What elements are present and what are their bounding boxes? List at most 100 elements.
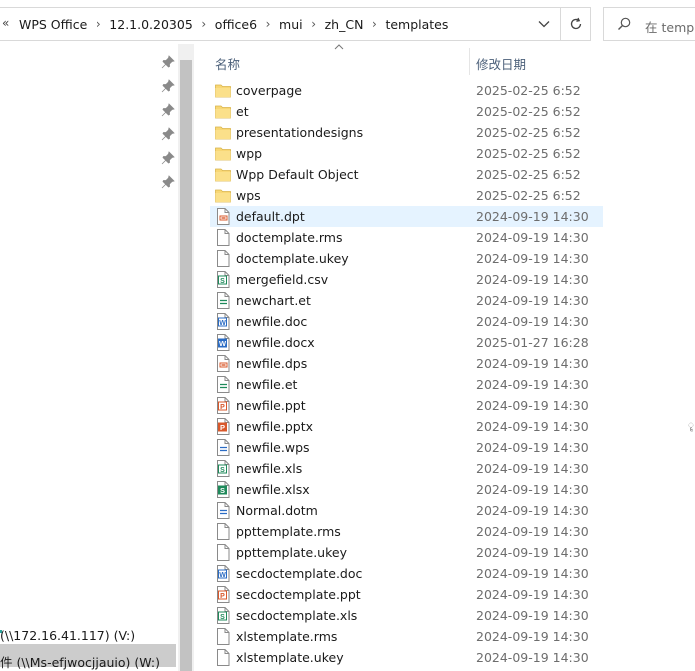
search-box[interactable]: 在 templa	[603, 7, 695, 41]
file-row[interactable]: wps 2025-02-25 6:52	[210, 185, 603, 206]
file-name: xlstemplate.ukey	[236, 650, 344, 665]
file-name: mergefield.csv	[236, 272, 329, 287]
file-row[interactable]: doctemplate.ukey 2024-09-19 14:30	[210, 248, 603, 269]
file-date-modified: 2024-09-19 14:30	[476, 545, 589, 560]
svg-text:S: S	[220, 614, 225, 621]
breadcrumb: WPS Office › 12.1.0.20305 › office6 › mu…	[19, 8, 448, 40]
file-row[interactable]: Wpp Default Object 2025-02-25 6:52	[210, 164, 603, 185]
file-row[interactable]: xlstemplate.ukey 2024-09-19 14:30	[210, 647, 603, 668]
file-name: ppttemplate.rms	[236, 524, 341, 539]
file-row[interactable]: ppttemplate.rms 2024-09-19 14:30	[210, 521, 603, 542]
file-row[interactable]: Wnewfile.docx 2025-01-27 16:28	[210, 332, 603, 353]
chevron-right-icon[interactable]: ›	[303, 17, 325, 31]
breadcrumb-item[interactable]: WPS Office	[19, 17, 87, 32]
file-row[interactable]: Ssecdoctemplate.xls 2024-09-19 14:30	[210, 605, 603, 626]
file-date-modified: 2024-09-19 14:30	[476, 398, 589, 413]
chevron-right-icon[interactable]: ›	[193, 17, 215, 31]
nav-drive-v[interactable]: (\\172.16.41.117) (V:)	[0, 628, 135, 643]
folder-icon	[215, 105, 231, 119]
file-row[interactable]: Wsecdoctemplate.doc 2024-09-19 14:30	[210, 563, 603, 584]
pin-icon[interactable]	[160, 174, 176, 190]
et-file-icon	[217, 292, 230, 309]
breadcrumb-item[interactable]: 12.1.0.20305	[109, 17, 193, 32]
folder-icon	[215, 189, 231, 203]
file-row[interactable]: wpp 2025-02-25 6:52	[210, 143, 603, 164]
pin-icon[interactable]	[160, 54, 176, 70]
file-date-modified: 2024-09-19 14:30	[476, 440, 589, 455]
breadcrumb-overflow[interactable]: «	[2, 16, 9, 30]
svg-text:S: S	[220, 278, 225, 285]
file-row[interactable]: newchart.et 2024-09-19 14:30	[210, 290, 603, 311]
file-name: doctemplate.rms	[236, 230, 343, 245]
column-header-date-modified[interactable]: 修改日期	[476, 54, 526, 73]
file-name: wps	[236, 188, 261, 203]
file-row[interactable]: default.dpt 2024-09-19 14:30	[210, 206, 603, 227]
file-date-modified: 2024-09-19 14:30	[476, 629, 589, 644]
pin-icon[interactable]	[160, 102, 176, 118]
file-date-modified: 2024-09-19 14:30	[476, 377, 589, 392]
svg-text:W: W	[219, 572, 226, 579]
file-row[interactable]: newfile.dps 2024-09-19 14:30	[210, 353, 603, 374]
file-name: Normal.dotm	[236, 503, 318, 518]
file-date-modified: 2024-09-19 14:30	[476, 650, 589, 665]
folder-icon	[215, 126, 231, 140]
blank-file-icon	[217, 628, 230, 645]
breadcrumb-item[interactable]: office6	[215, 17, 257, 32]
chevron-down-icon	[538, 21, 550, 28]
file-date-modified: 2025-02-25 6:52	[476, 188, 581, 203]
file-date-modified: 2024-09-19 14:30	[476, 209, 589, 224]
breadcrumb-item[interactable]: mui	[279, 17, 303, 32]
file-row[interactable]: Wnewfile.doc 2024-09-19 14:30	[210, 311, 603, 332]
file-row[interactable]: Pnewfile.pptx 2024-09-19 14:30	[210, 416, 603, 437]
xls-s-solid-icon: S	[217, 481, 230, 498]
file-date-modified: 2024-09-19 14:30	[476, 230, 589, 245]
file-row[interactable]: ppttemplate.ukey 2024-09-19 14:30	[210, 542, 603, 563]
blank-file-icon	[217, 229, 230, 246]
file-row[interactable]: newfile.wps 2024-09-19 14:30	[210, 437, 603, 458]
chevron-right-icon[interactable]: ›	[257, 17, 279, 31]
file-row[interactable]: et 2025-02-25 6:52	[210, 101, 603, 122]
file-row[interactable]: Snewfile.xls 2024-09-19 14:30	[210, 458, 603, 479]
file-name: coverpage	[236, 83, 302, 98]
blank-file-icon	[217, 250, 230, 267]
wps-file-icon	[217, 439, 230, 456]
chevron-right-icon[interactable]: ›	[87, 17, 109, 31]
file-row[interactable]: newfile.et 2024-09-19 14:30	[210, 374, 603, 395]
file-date-modified: 2025-02-25 6:52	[476, 146, 581, 161]
ppt-p-solid-icon: P	[217, 418, 230, 435]
file-row[interactable]: coverpage 2025-02-25 6:52	[210, 80, 603, 101]
refresh-button[interactable]	[561, 7, 591, 41]
svg-text:P: P	[220, 423, 225, 432]
file-row[interactable]: Snewfile.xlsx 2024-09-19 14:30	[210, 479, 603, 500]
nav-scrollbar-thumb[interactable]	[180, 60, 192, 671]
file-row[interactable]: presentationdesigns 2025-02-25 6:52	[210, 122, 603, 143]
breadcrumb-item-current[interactable]: templates	[385, 17, 448, 32]
file-name: newfile.et	[236, 377, 298, 392]
search-icon	[618, 17, 631, 30]
file-name: secdoctemplate.ppt	[236, 587, 361, 602]
pin-icon[interactable]	[160, 150, 176, 166]
file-date-modified: 2025-02-25 6:52	[476, 83, 581, 98]
address-bar[interactable]: « WPS Office › 12.1.0.20305 › office6 › …	[0, 7, 561, 41]
file-name: ppttemplate.ukey	[236, 545, 347, 560]
file-date-modified: 2024-09-19 14:30	[476, 587, 589, 602]
file-row[interactable]: Normal.dotm 2024-09-19 14:30	[210, 500, 603, 521]
file-name: et	[236, 104, 249, 119]
pin-icon[interactable]	[160, 126, 176, 142]
column-header-name[interactable]: 名称	[215, 54, 240, 73]
file-name: newfile.ppt	[236, 398, 306, 413]
pin-icon[interactable]	[160, 78, 176, 94]
file-row[interactable]: doctemplate.rms 2024-09-19 14:30	[210, 227, 603, 248]
blank-file-icon	[217, 649, 230, 666]
nav-drive-w[interactable]: 件 (\\Ms-efjwocjjauio) (W:)	[0, 652, 160, 671]
chevron-right-icon[interactable]: ›	[363, 17, 385, 31]
address-history-button[interactable]	[532, 8, 556, 40]
file-name: newfile.pptx	[236, 419, 314, 434]
breadcrumb-item[interactable]: zh_CN	[325, 17, 364, 32]
file-row[interactable]: Psecdoctemplate.ppt 2024-09-19 14:30	[210, 584, 603, 605]
file-date-modified: 2024-09-19 14:30	[476, 482, 589, 497]
column-divider[interactable]	[469, 48, 470, 75]
file-row[interactable]: xlstemplate.rms 2024-09-19 14:30	[210, 626, 603, 647]
file-row[interactable]: Pnewfile.ppt 2024-09-19 14:30	[210, 395, 603, 416]
file-row[interactable]: Smergefield.csv 2024-09-19 14:30	[210, 269, 603, 290]
